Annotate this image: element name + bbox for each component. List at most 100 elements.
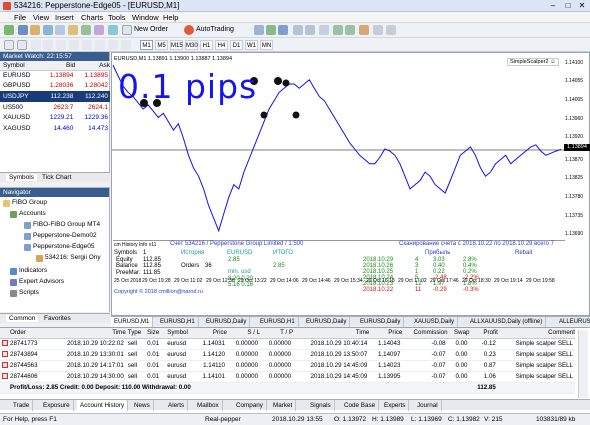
chart-tab-eurusd-daily-3[interactable]: EURUSD,Daily <box>357 317 405 327</box>
col-close-price[interactable]: Price <box>369 328 403 339</box>
chart-tab-alleurus[interactable]: ALLEURUS <box>556 317 590 327</box>
menu-view[interactable]: View <box>33 13 49 22</box>
menu-insert[interactable]: Insert <box>55 13 74 22</box>
timeframe-h4[interactable]: H4 <box>215 40 228 50</box>
tab-account-history[interactable]: Account History <box>77 400 129 411</box>
strategy-tester-icon[interactable] <box>94 25 104 35</box>
timeframe-m5[interactable]: M5 <box>155 40 168 50</box>
label-tool-icon[interactable] <box>108 40 118 50</box>
col-comment[interactable]: Comment <box>497 328 575 339</box>
data-window-icon[interactable] <box>55 25 65 35</box>
tab-news[interactable]: News <box>131 400 154 411</box>
col-profit[interactable]: Profit <box>469 328 498 339</box>
col-order[interactable]: Order <box>0 328 50 339</box>
maximize-button[interactable]: □ <box>561 1 575 11</box>
nav-item-accounts[interactable]: Accounts <box>19 210 46 217</box>
horizontal-line-icon[interactable] <box>43 40 53 50</box>
nav-item-account-534216[interactable]: 534216: Sergii Ony <box>45 254 101 261</box>
col-close-time[interactable]: Time <box>293 328 370 339</box>
table-row[interactable]: 28743894 2018.10.29 13:30:01 sell 0.01 euru… <box>0 349 575 361</box>
timeframe-m1[interactable]: M1 <box>140 40 153 50</box>
templates-icon[interactable] <box>386 25 396 35</box>
col-ask[interactable]: Ask <box>75 61 110 71</box>
chart-tab-eurusd-h1[interactable]: EURUSD,H1 <box>157 317 199 327</box>
tab-journal[interactable]: Journal <box>414 400 442 411</box>
tab-tick-chart[interactable]: Tick Chart <box>42 174 71 181</box>
navigator-icon[interactable] <box>68 25 78 35</box>
tab-alerts[interactable]: Alerts <box>165 400 189 411</box>
minimize-button[interactable]: – <box>546 1 560 11</box>
tab-mailbox[interactable]: Mailbox <box>194 400 223 411</box>
indicators-icon[interactable] <box>359 25 369 35</box>
chart-tab-eurusd-daily-2[interactable]: EURUSD,Daily <box>303 317 351 327</box>
col-size[interactable]: Size <box>145 328 166 339</box>
tab-experts[interactable]: Experts <box>381 400 410 411</box>
tab-company[interactable]: Company <box>233 400 267 411</box>
nav-item-expert-advisors[interactable]: Expert Advisors <box>19 278 64 285</box>
tab-favorites[interactable]: Favorites <box>44 315 71 322</box>
table-row[interactable]: 28744563 2018.10.29 14:17:01 sell 0.01 euru… <box>0 360 575 372</box>
zoom-in-icon[interactable] <box>293 25 303 35</box>
tab-signals[interactable]: Signals <box>307 400 335 411</box>
col-symbol[interactable]: Symbol <box>0 61 41 71</box>
col-price[interactable]: Price <box>193 328 227 339</box>
autotrading-button[interactable]: AutoTrading <box>196 26 234 33</box>
nav-item-pepperstone-edge[interactable]: Pepperstone-Edge05 <box>33 243 94 250</box>
tab-code-base[interactable]: Code Base <box>341 400 380 411</box>
col-time[interactable]: Time <box>49 328 126 339</box>
col-symbol[interactable]: Symbol <box>165 328 194 339</box>
candlestick-icon[interactable] <box>266 25 276 35</box>
channel-icon[interactable] <box>69 40 79 50</box>
periods-icon[interactable] <box>373 25 383 35</box>
chart-window[interactable]: EURUSD,M1 1.13891 1.13900 1.13887 1.1389… <box>111 52 590 316</box>
timeframe-m30[interactable]: M30 <box>185 40 198 50</box>
timeframe-mn[interactable]: MN <box>260 40 273 50</box>
menu-charts[interactable]: Charts <box>81 13 103 22</box>
nav-item-fibo-group[interactable]: FIBO Group <box>12 199 47 206</box>
close-button[interactable]: ✕ <box>575 1 589 11</box>
crosshair-icon[interactable] <box>17 40 27 50</box>
col-commission[interactable]: Commission <box>402 328 448 339</box>
chart-tab-eurusd-h1-2[interactable]: EURUSD,H1 <box>257 317 299 327</box>
nav-item-fibo-mt4[interactable]: FIBO-FIBO Group MT4 <box>33 221 100 228</box>
open-folder-icon[interactable] <box>30 25 40 35</box>
terminal-icon[interactable] <box>81 25 91 35</box>
tab-exposure[interactable]: Exposure <box>40 400 74 411</box>
market-watch-icon[interactable] <box>43 25 53 35</box>
col-bid[interactable]: Bid <box>40 61 76 71</box>
quote-row-usdjpy[interactable]: USDJPY 112.238 112.240 <box>0 91 110 102</box>
vertical-line-icon[interactable] <box>31 40 41 50</box>
nav-item-pepperstone-demo[interactable]: Pepperstone-Demo02 <box>33 232 97 239</box>
quote-row-eurusd[interactable]: EURUSD 1.13894 1.13895 <box>0 70 110 81</box>
new-chart-icon[interactable] <box>4 25 14 35</box>
chart-tab-eurusd-m1[interactable]: EURUSD,M1 <box>111 317 154 327</box>
menu-file[interactable]: File <box>14 13 26 22</box>
table-row[interactable]: 28744606 2018.10.29 14:30:00 sell 0.01 euru… <box>0 371 575 383</box>
quote-row-xagusd[interactable]: XAGUSD 14.460 14.473 <box>0 123 110 134</box>
quote-row-xauusd[interactable]: XAUUSD 1229.21 1229.36 <box>0 112 110 123</box>
line-chart-icon[interactable] <box>278 25 288 35</box>
fibonacci-icon[interactable] <box>82 40 92 50</box>
col-type[interactable]: Type <box>125 328 146 339</box>
profiles-icon[interactable] <box>18 25 28 35</box>
timeframe-h1[interactable]: H1 <box>200 40 213 50</box>
col-sl[interactable]: S / L <box>227 328 261 339</box>
autoscroll-icon[interactable] <box>345 25 355 35</box>
chart-shift-icon[interactable] <box>333 25 343 35</box>
quote-row-us500[interactable]: US500 2623.7 2624.1 <box>0 102 110 113</box>
tab-trade[interactable]: Trade <box>10 400 34 411</box>
trendline-icon[interactable] <box>56 40 66 50</box>
col-tp[interactable]: T / P <box>260 328 294 339</box>
cursor-icon[interactable] <box>4 40 14 50</box>
col-swap[interactable]: Swap <box>447 328 470 339</box>
timeframe-d1[interactable]: D1 <box>230 40 243 50</box>
menu-help[interactable]: Help <box>163 13 178 22</box>
bar-chart-icon[interactable] <box>254 25 264 35</box>
zoom-out-icon[interactable] <box>305 25 315 35</box>
timeframe-m15[interactable]: M15 <box>170 40 183 50</box>
history-center-icon[interactable] <box>108 25 118 35</box>
text-tool-icon[interactable] <box>95 40 105 50</box>
quote-row-gbpusd[interactable]: GBPUSD 1.28036 1.28042 <box>0 81 110 92</box>
chart-tab-xauusd-daily[interactable]: XAUUSD,Daily <box>411 317 459 327</box>
new-order-button[interactable]: New Order <box>134 26 168 33</box>
